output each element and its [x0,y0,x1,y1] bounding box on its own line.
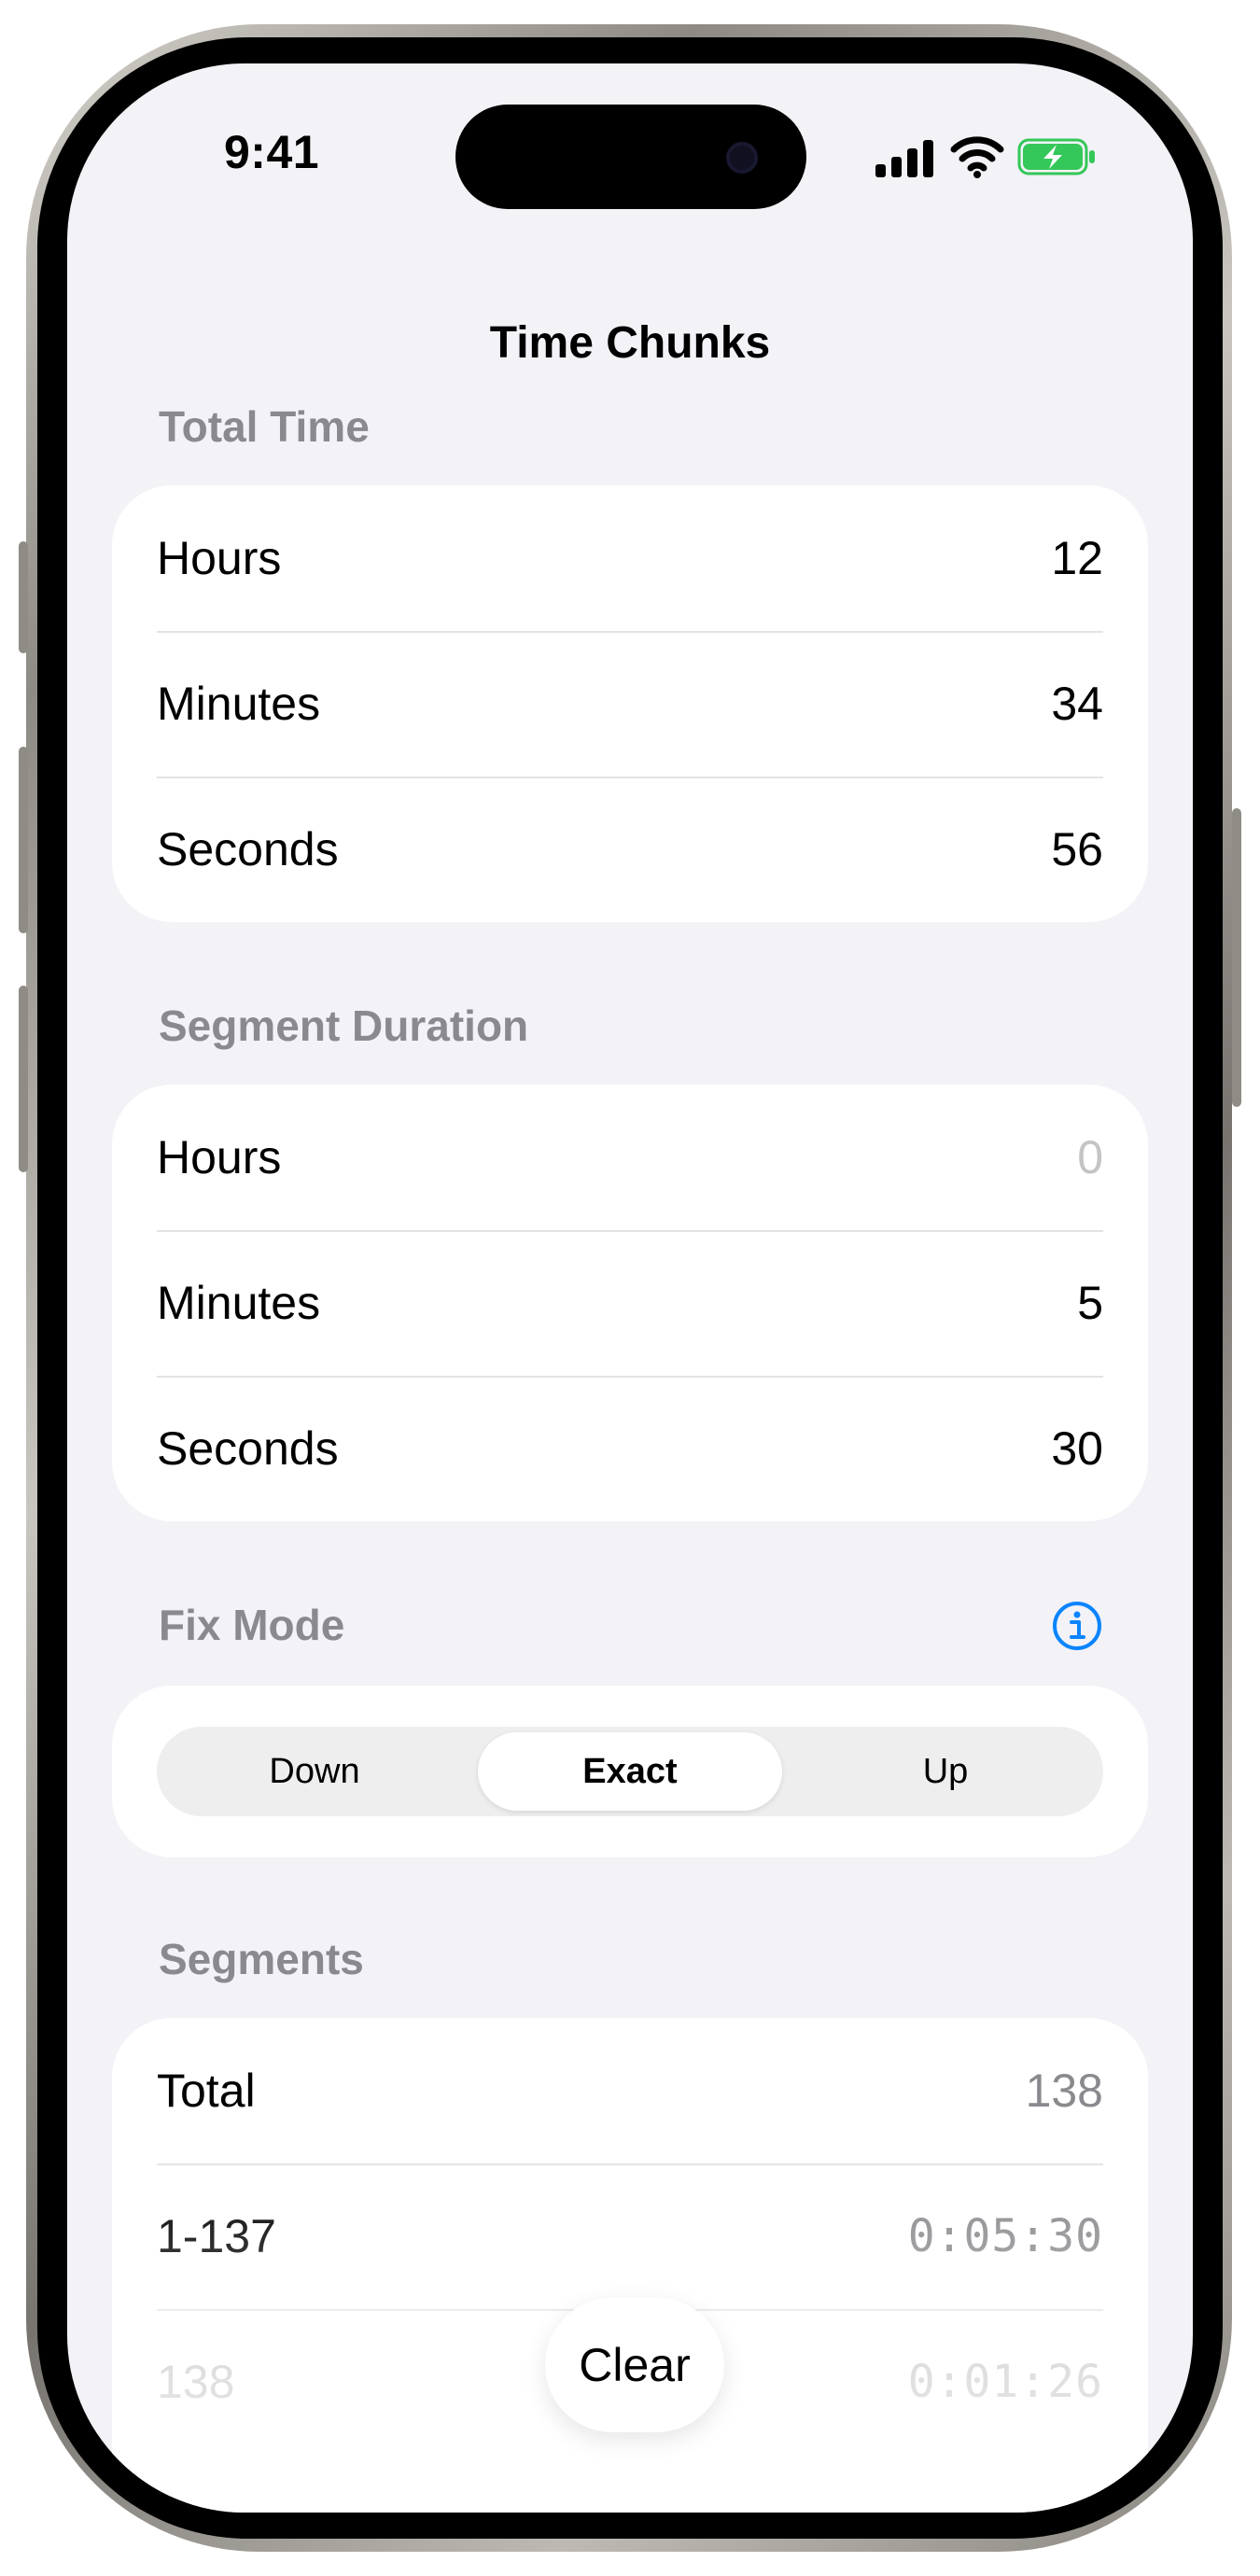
row-label: 138 [157,2356,235,2408]
page-title: Time Chunks [489,318,771,368]
row-label: Seconds [157,1422,339,1475]
total-minutes-row[interactable]: Minutes 34 [157,631,1103,777]
status-bar: 9:41 [67,63,1193,250]
segment-seconds-field[interactable]: 30 [1051,1421,1103,1476]
row-label: Seconds [157,823,339,875]
status-time: 9:41 [224,126,320,178]
clear-button[interactable]: Clear [545,2298,724,2432]
segment-hours-row[interactable]: Hours 0 [157,1085,1103,1230]
info-icon[interactable] [1051,1600,1103,1652]
row-label: 1-137 [157,2210,276,2262]
row-label: Minutes [157,1277,321,1329]
segments-header: Segments [159,1935,364,1983]
total-hours-row[interactable]: Hours 12 [157,485,1103,631]
row-label: Hours [157,532,282,584]
fix-mode-header: Fix Mode [159,1601,345,1649]
total-hours-field[interactable]: 12 [1051,531,1103,585]
row-label: Total [157,2065,256,2117]
volume-up-button [19,747,28,933]
segment-duration-card: Hours 0 Minutes 5 Seconds 30 [112,1085,1148,1521]
segment-duration-header: Segment Duration [159,1001,529,1050]
segment-seconds-row[interactable]: Seconds 30 [157,1376,1103,1521]
total-seconds-row[interactable]: Seconds 56 [157,777,1103,922]
wifi-icon [950,136,1004,178]
signal-icon [875,138,935,177]
screen: 9:41 Time Chunks Total Time Hours 12 Min… [67,63,1193,2513]
row-label: Hours [157,1131,282,1183]
dynamic-island [455,105,806,209]
fix-mode-segmented-control: Down Exact Up [157,1727,1103,1816]
segment-hours-field[interactable]: 0 [1077,1130,1103,1184]
segment-minutes-row[interactable]: Minutes 5 [157,1230,1103,1376]
fix-mode-up-option[interactable]: Up [793,1732,1098,1811]
segment-range-duration: 0:05:30 [907,2210,1103,2262]
action-button [19,541,28,653]
power-button [1232,808,1241,1107]
total-time-header: Total Time [159,402,370,451]
total-minutes-field[interactable]: 34 [1051,677,1103,731]
total-seconds-field[interactable]: 56 [1051,822,1103,876]
segments-total-row: Total 138 [157,2018,1103,2163]
battery-charging-icon [1017,138,1095,175]
segment-last-duration: 0:01:26 [907,2356,1103,2408]
segment-range-row: 1-137 0:05:30 [157,2163,1103,2309]
segments-total-value: 138 [1025,2065,1103,2117]
row-label: Minutes [157,678,321,730]
fix-mode-card: Down Exact Up [112,1686,1148,1857]
volume-down-button [19,986,28,1172]
segment-minutes-field[interactable]: 5 [1077,1276,1103,1330]
segments-card: Total 138 1-137 0:05:30 138 0:01:26 [112,2018,1148,2513]
fix-mode-down-option[interactable]: Down [162,1732,467,1811]
fix-mode-exact-option[interactable]: Exact [478,1732,782,1811]
total-time-card: Hours 12 Minutes 34 Seconds 56 [112,485,1148,922]
camera-icon [726,142,758,174]
